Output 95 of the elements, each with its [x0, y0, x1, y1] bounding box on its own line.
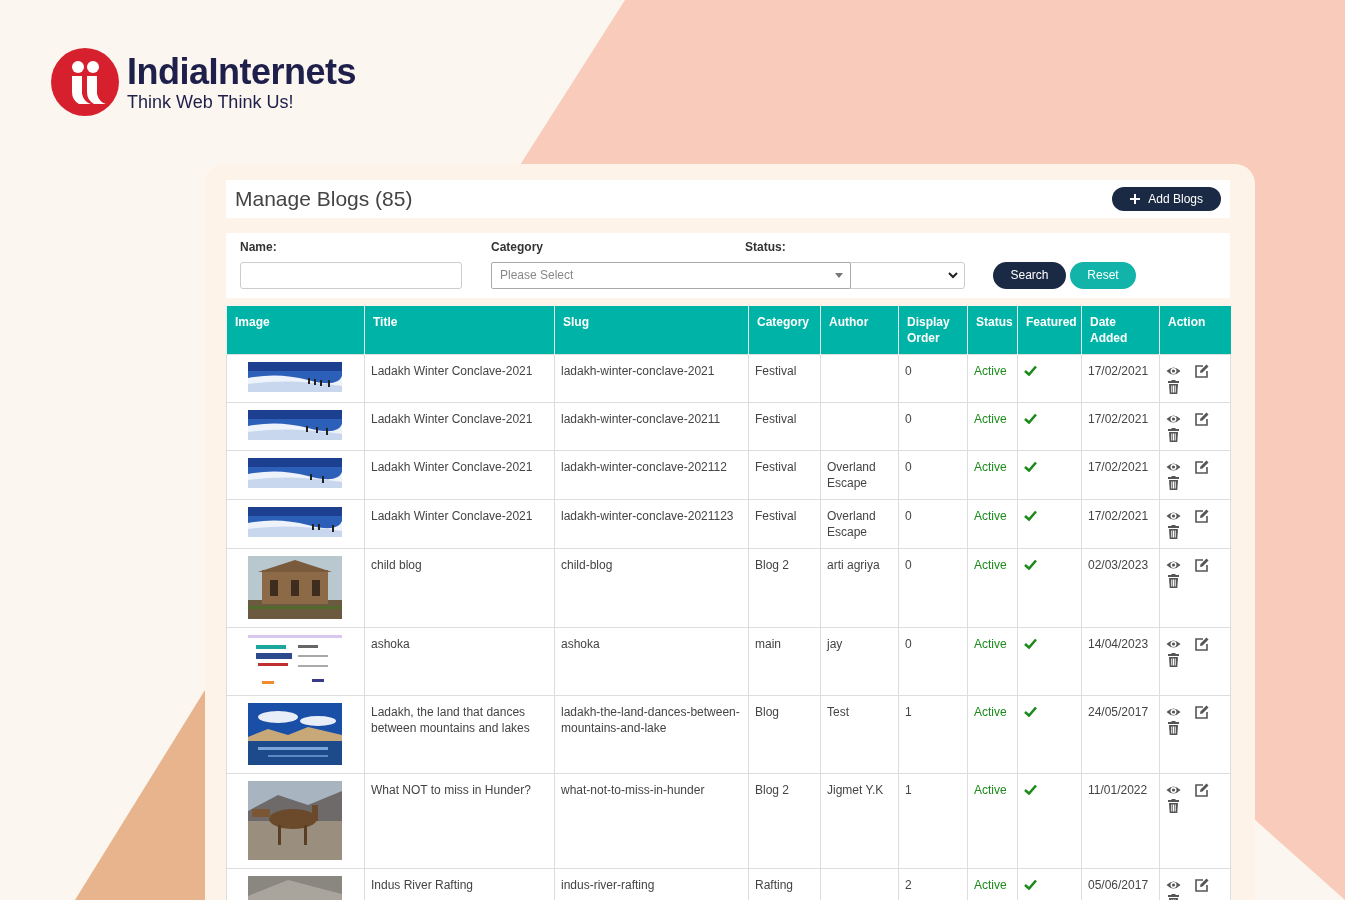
table-cell: 0 — [898, 548, 968, 628]
table-cell: Festival — [748, 402, 821, 451]
table-cell: ladakh-winter-conclave-2021 — [554, 354, 749, 403]
table-cell: 0 — [898, 354, 968, 403]
name-field[interactable] — [240, 261, 462, 289]
table-cell: 17/02/2021 — [1081, 402, 1160, 451]
table-cell: Active — [967, 695, 1018, 774]
delete-icon[interactable] — [1166, 721, 1181, 735]
edit-icon[interactable] — [1194, 878, 1209, 892]
column-header: Title — [364, 306, 555, 355]
table-cell: 1 — [898, 695, 968, 774]
column-header: Slug — [554, 306, 749, 355]
column-header: Display Order — [898, 306, 968, 355]
caret-icon — [834, 271, 844, 279]
field-label: Name: — [240, 240, 278, 254]
table-cell: jay — [820, 627, 899, 696]
table-cell: Ladakh, the land that dances between mountains and lakes — [364, 695, 555, 774]
table-cell: Active — [967, 548, 1018, 628]
delete-icon[interactable] — [1166, 799, 1181, 813]
column-header: Date Added — [1081, 306, 1160, 355]
table-cell: 17/02/2021 — [1081, 450, 1160, 500]
table-cell: 14/04/2023 — [1081, 627, 1160, 696]
delete-icon[interactable] — [1166, 525, 1181, 539]
brand-tagline: Think Web Think Us! — [127, 92, 295, 112]
table-cell: Overland Escape — [820, 450, 899, 500]
table-cell: Ladakh Winter Conclave-2021 — [364, 402, 555, 451]
plus-icon — [1130, 194, 1141, 204]
table-cell: what-not-to-miss-in-hunder — [554, 773, 749, 869]
table-cell: What NOT to miss in Hunder? — [364, 773, 555, 869]
logo-icon — [51, 48, 119, 116]
table-cell: child blog — [364, 548, 555, 628]
table-cell: Blog — [748, 695, 821, 774]
column-header: Featured — [1017, 306, 1082, 355]
table-cell: 17/02/2021 — [1081, 354, 1160, 403]
table-cell: Blog 2 — [748, 548, 821, 628]
table-cell: 0 — [898, 402, 968, 451]
table-cell: Active — [967, 354, 1018, 403]
field-label: Status: — [745, 240, 787, 254]
table-cell: Jigmet Y.K — [820, 773, 899, 869]
table-cell: 0 — [898, 450, 968, 500]
table-cell: ladakh-winter-conclave-2021123 — [554, 499, 749, 549]
delete-icon[interactable] — [1166, 380, 1181, 394]
add-blogs-button[interactable]: Add Blogs — [1112, 187, 1221, 211]
edit-icon[interactable] — [1194, 783, 1209, 797]
table-cell: 0 — [898, 499, 968, 549]
edit-icon[interactable] — [1194, 460, 1209, 474]
table-cell: 17/02/2021 — [1081, 499, 1160, 549]
edit-icon[interactable] — [1194, 364, 1209, 378]
edit-icon[interactable] — [1194, 558, 1209, 572]
table-cell: 02/03/2023 — [1081, 548, 1160, 628]
table-cell: Festival — [748, 450, 821, 500]
table-cell: Active — [967, 402, 1018, 451]
chevron-icon — [948, 271, 958, 279]
delete-icon[interactable] — [1166, 476, 1181, 490]
table-cell: Active — [967, 773, 1018, 869]
table-cell: Test — [820, 695, 899, 774]
table-cell: ladakh-winter-conclave-20211 — [554, 402, 749, 451]
delete-icon[interactable] — [1166, 574, 1181, 588]
table-cell: ladakh-winter-conclave-202112 — [554, 450, 749, 500]
column-header: Category — [748, 306, 821, 355]
table-cell: ashoka — [364, 627, 555, 696]
field-label: Category — [491, 240, 544, 254]
edit-icon[interactable] — [1194, 637, 1209, 651]
column-header: Status — [967, 306, 1018, 355]
table-cell: Active — [967, 450, 1018, 500]
table-cell: 0 — [898, 627, 968, 696]
column-header: Author — [820, 306, 899, 355]
table-cell: 24/05/2017 — [1081, 695, 1160, 774]
table-cell: Festival — [748, 499, 821, 549]
table-cell: arti agriya — [820, 548, 899, 628]
table-cell: Ladakh Winter Conclave-2021 — [364, 450, 555, 500]
page-title: Manage Blogs (85) — [235, 187, 413, 211]
table-cell: Ladakh Winter Conclave-2021 — [364, 354, 555, 403]
table-cell: 11/01/2022 — [1081, 773, 1160, 869]
table-cell: Ladakh Winter Conclave-2021 — [364, 499, 555, 549]
edit-icon[interactable] — [1194, 509, 1209, 523]
table-cell: Active — [967, 627, 1018, 696]
search-button[interactable]: Search — [993, 261, 1066, 289]
table-cell: Blog 2 — [748, 773, 821, 869]
table-cell: Overland Escape — [820, 499, 899, 549]
column-header: Action — [1159, 306, 1231, 355]
edit-icon[interactable] — [1194, 705, 1209, 719]
table-cell: 1 — [898, 773, 968, 869]
brand-name: IndiaInternets — [127, 52, 357, 92]
edit-icon[interactable] — [1194, 412, 1209, 426]
table-cell: main — [748, 627, 821, 696]
column-header: Image — [226, 306, 365, 355]
table-cell: child-blog — [554, 548, 749, 628]
table-cell: Festival — [748, 354, 821, 403]
category-dropdown[interactable]: Please Select — [491, 261, 851, 289]
table-cell: Active — [967, 499, 1018, 549]
delete-icon[interactable] — [1166, 653, 1181, 667]
table-cell: ladakh-the-land-dances-between-mountains-and-lake — [554, 695, 749, 774]
table-cell: ashoka — [554, 627, 749, 696]
delete-icon[interactable] — [1166, 428, 1181, 442]
